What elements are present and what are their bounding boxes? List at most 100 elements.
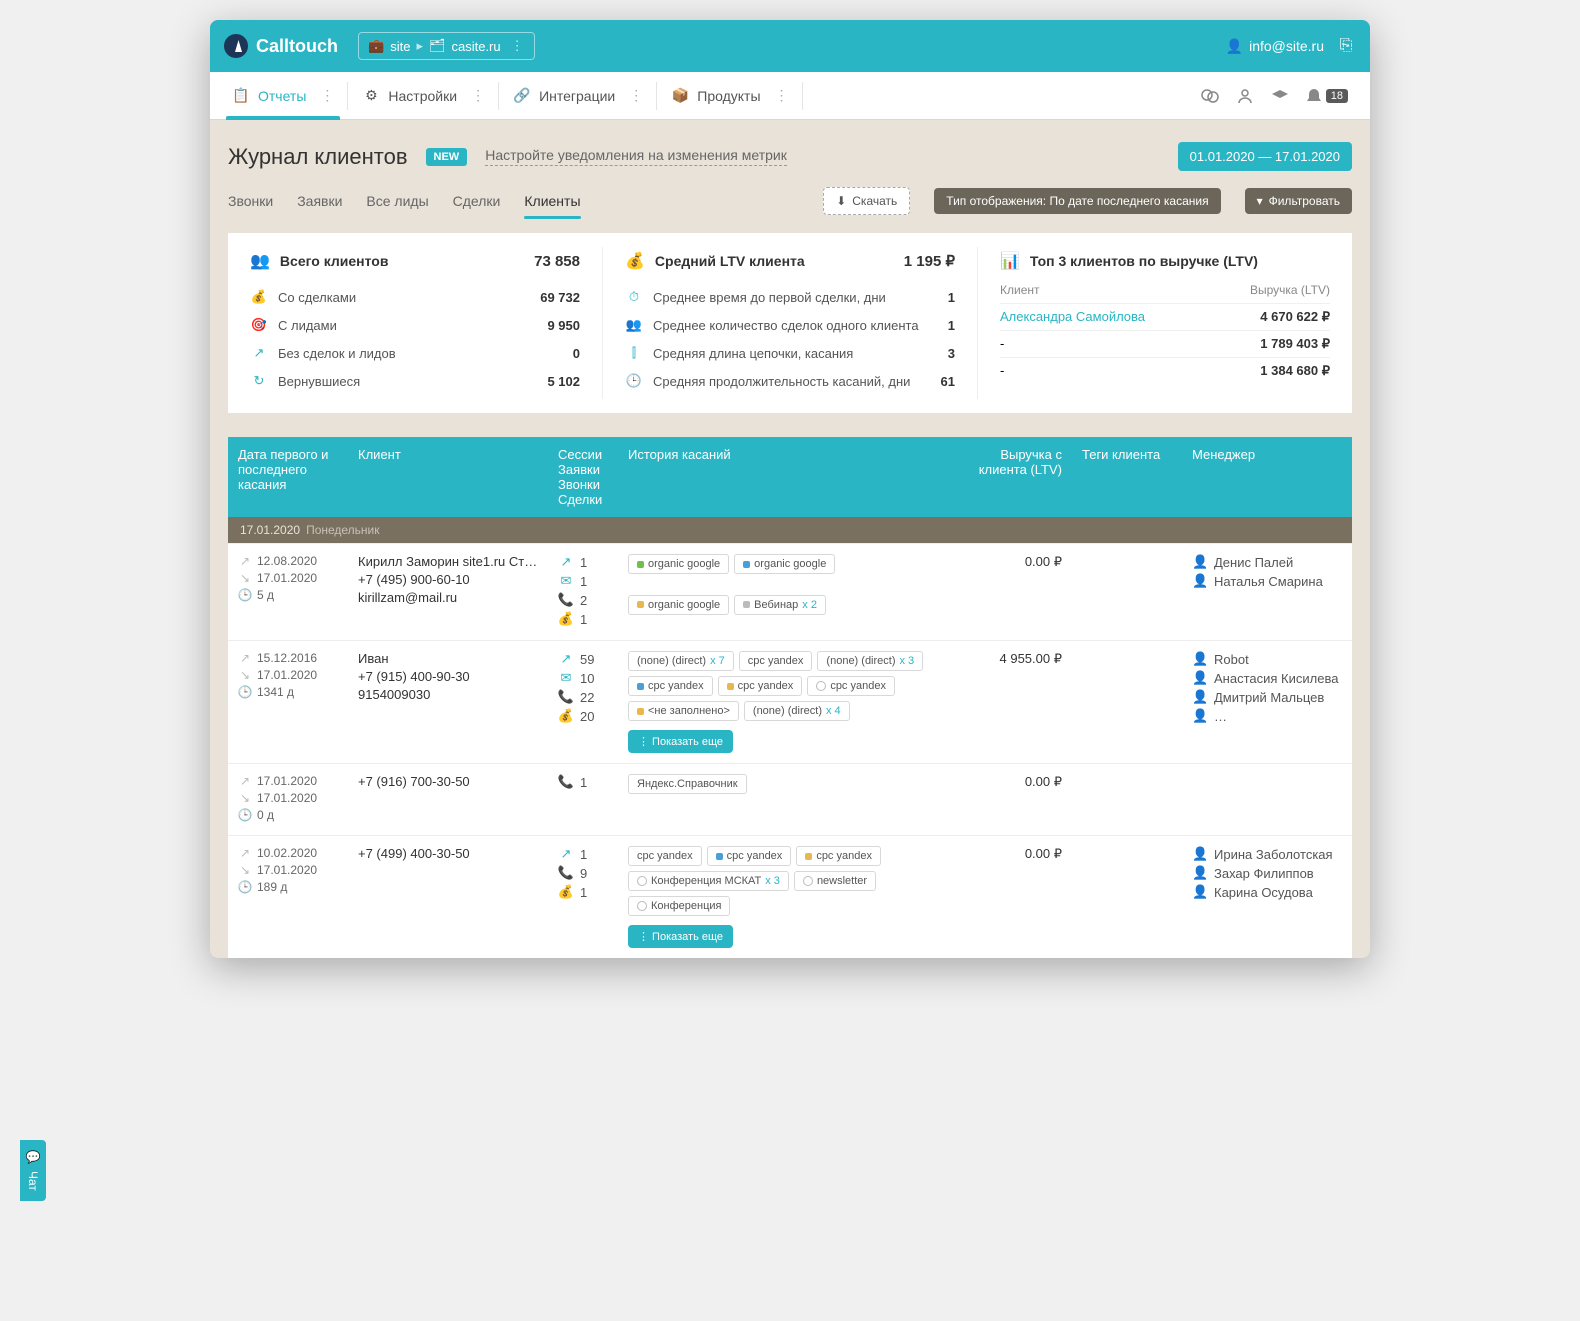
help-chat-icon[interactable] — [1200, 86, 1220, 106]
stat2-title: Средний LTV клиента — [655, 253, 894, 269]
cell-tags — [1072, 554, 1182, 630]
client-row: ↗17.01.2020↘17.01.2020🕒0 д+7 (916) 700-3… — [228, 763, 1352, 835]
academy-icon[interactable] — [1270, 88, 1290, 104]
stat-icon: ⫿ — [625, 345, 643, 361]
stat-icon: 💰 — [250, 289, 268, 305]
date-icon: ↗ — [238, 774, 252, 788]
page-title: Журнал клиентов — [228, 144, 408, 170]
display-type-button[interactable]: Тип отображения: По дате последнего каса… — [934, 188, 1220, 214]
touch-chip[interactable]: organic google — [628, 554, 729, 574]
tab-Сделки[interactable]: Сделки — [453, 183, 501, 219]
stat-icon: 👥 — [625, 317, 643, 333]
touch-chip[interactable]: cpc yandex — [796, 846, 881, 866]
source-dot-icon — [743, 601, 750, 608]
user-icon: 👤 — [1226, 38, 1243, 55]
more-dots-icon: ⋮ — [471, 87, 485, 104]
cell-client[interactable]: +7 (916) 700-30-50 — [348, 774, 548, 825]
top3-head-client: Клиент — [1000, 283, 1040, 297]
new-badge: NEW — [426, 148, 468, 166]
touch-chip[interactable]: cpc yandex — [718, 676, 803, 696]
notif-count: 18 — [1326, 89, 1348, 103]
touch-chip[interactable]: organic google — [734, 554, 835, 574]
touch-chip[interactable]: Конференция МСКАТx 3 — [628, 871, 789, 891]
more-dots-icon: ⋮ — [629, 87, 643, 104]
menu-Интеграции[interactable]: 🔗Интеграции⋮ — [499, 72, 657, 120]
menu-Настройки[interactable]: ⚙Настройки⋮ — [348, 72, 499, 120]
person-icon: 👤 — [1192, 846, 1208, 862]
tab-Все лиды[interactable]: Все лиды — [366, 183, 428, 219]
clock-icon — [816, 681, 826, 691]
chart-icon: 📊 — [1000, 251, 1020, 271]
show-more-button[interactable]: ⋮ Показать еще — [628, 925, 733, 948]
date-range-picker[interactable]: 01.01.2020 — 17.01.2020 — [1178, 142, 1352, 171]
person-icon: 👤 — [1192, 689, 1208, 705]
site-switcher[interactable]: 💼 site ▸ 🗂 casite.ru ⋮ — [358, 32, 535, 60]
th-history: История касаний — [618, 447, 942, 507]
menu-icon: 📋 — [232, 87, 250, 105]
support-icon[interactable] — [1236, 87, 1254, 105]
user-account[interactable]: 👤 info@site.ru — [1226, 38, 1324, 55]
touch-chip[interactable]: Яндекс.Справочник — [628, 774, 747, 794]
touch-chip[interactable]: (none) (direct)x 3 — [817, 651, 923, 671]
brand-logo[interactable]: Calltouch — [224, 34, 338, 58]
notifications-bell[interactable]: 18 — [1306, 87, 1348, 105]
tab-Звонки[interactable]: Звонки — [228, 183, 273, 219]
cell-history: (none) (direct)x 7cpc yandex(none) (dire… — [618, 651, 942, 753]
cell-client[interactable]: Кирилл Заморин site1.ru Ст…+7 (495) 900-… — [348, 554, 548, 630]
sess-icon: 📞 — [558, 592, 574, 608]
download-button[interactable]: ⬇Скачать — [823, 187, 910, 215]
touch-chip[interactable]: organic google — [628, 595, 729, 615]
stat-icon: ↻ — [250, 373, 268, 389]
tab-Клиенты[interactable]: Клиенты — [524, 183, 580, 219]
tab-Заявки[interactable]: Заявки — [297, 183, 342, 219]
touch-chip[interactable]: Конференция — [628, 896, 730, 916]
cell-dates: ↗17.01.2020↘17.01.2020🕒0 д — [228, 774, 348, 825]
client-row: ↗15.12.2016↘17.01.2020🕒1341 дИван+7 (915… — [228, 640, 1352, 763]
cell-client[interactable]: Иван+7 (915) 400-90-309154009030 — [348, 651, 548, 753]
date-icon: 🕒 — [238, 685, 252, 699]
cell-history: cpc yandexcpc yandexcpc yandexКонференци… — [618, 846, 942, 948]
touch-chip[interactable]: <не заполнено> — [628, 701, 739, 721]
cell-dates: ↗15.12.2016↘17.01.2020🕒1341 д — [228, 651, 348, 753]
touch-chip[interactable]: newsletter — [794, 871, 876, 891]
stat-row: ↻Вернувшиеся5 102 — [250, 367, 580, 395]
sess-icon: 📞 — [558, 689, 574, 705]
th-manager: Менеджер — [1182, 447, 1352, 507]
cell-tags — [1072, 774, 1182, 825]
folder-icon: 🗂 — [429, 38, 446, 54]
user-email: info@site.ru — [1249, 38, 1324, 54]
coins-icon: 💰 — [625, 251, 645, 271]
touch-chip[interactable]: cpc yandex — [628, 676, 713, 696]
stat2-value: 1 195 ₽ — [904, 252, 955, 270]
touch-chip[interactable]: cpc yandex — [807, 676, 895, 696]
person-icon: 👤 — [1192, 651, 1208, 667]
th-client: Клиент — [348, 447, 548, 507]
chat-tab[interactable]: 💬Чат — [20, 1140, 46, 1201]
touch-chip[interactable]: cpc yandex — [739, 651, 813, 671]
clients-icon: 👥 — [250, 251, 270, 271]
touch-chip[interactable]: cpc yandex — [707, 846, 792, 866]
client-row: ↗10.02.2020↘17.01.2020🕒189 д+7 (499) 400… — [228, 835, 1352, 958]
show-more-button[interactable]: ⋮ Показать еще — [628, 730, 733, 753]
filter-button[interactable]: ▾Фильтровать — [1245, 188, 1352, 214]
stat-row: ⫿Средняя длина цепочки, касания3 — [625, 339, 955, 367]
source-dot-icon — [805, 853, 812, 860]
touch-chip[interactable]: Вебинарx 2 — [734, 595, 826, 615]
cell-sessions: ↗1📞9💰1 — [548, 846, 618, 948]
sess-icon: 📞 — [558, 774, 574, 790]
cell-client[interactable]: +7 (499) 400-30-50 — [348, 846, 548, 948]
touch-chip[interactable]: (none) (direct)x 4 — [744, 701, 850, 721]
th-tags: Теги клиента — [1072, 447, 1182, 507]
menu-icon: ⚙ — [362, 87, 380, 105]
date-icon: 🕒 — [238, 588, 252, 602]
cell-history: Яндекс.Справочник — [618, 774, 942, 825]
touch-chip[interactable]: (none) (direct)x 7 — [628, 651, 734, 671]
cell-tags — [1072, 846, 1182, 948]
top-client-link[interactable]: Александра Самойлова — [1000, 309, 1145, 325]
menu-Продукты[interactable]: 📦Продукты⋮ — [657, 72, 802, 120]
menu-Отчеты[interactable]: 📋Отчеты⋮ — [218, 72, 348, 120]
notice-link[interactable]: Настройте уведомления на изменения метри… — [485, 147, 787, 166]
touch-chip[interactable]: cpc yandex — [628, 846, 702, 866]
source-dot-icon — [637, 683, 644, 690]
logout-icon[interactable]: ⎘ — [1336, 36, 1356, 56]
